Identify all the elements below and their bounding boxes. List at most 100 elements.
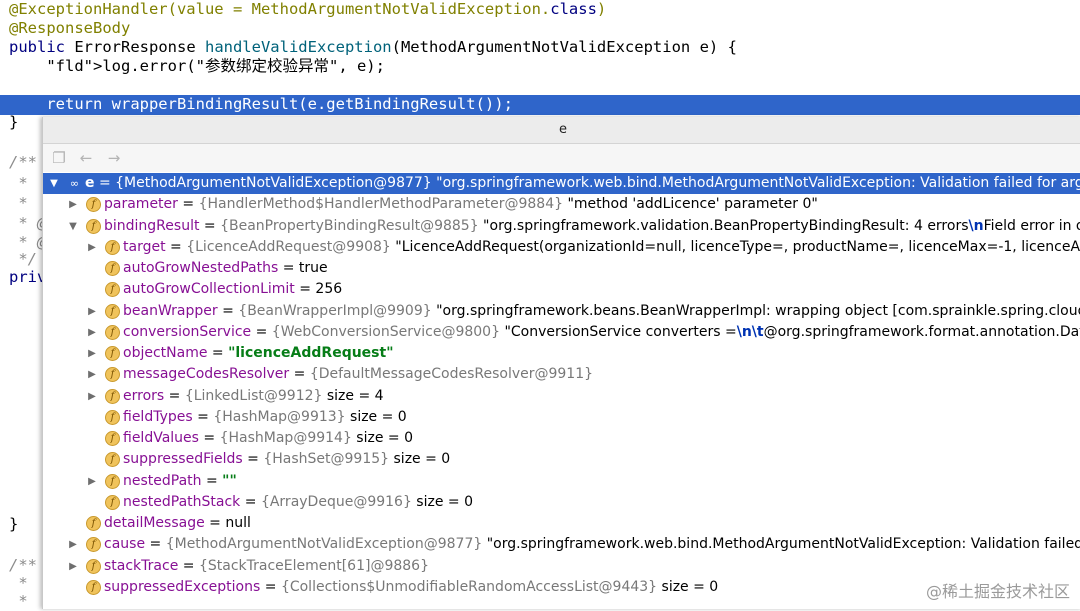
var-ref: {HandlerMethod$HandlerMethodParameter@98… [198,196,564,213]
code-line-9: /** [9,153,37,171]
tree-row-autoGrowNestedPaths[interactable]: f autoGrowNestedPaths = true [43,258,1080,279]
var-name: e [85,175,95,191]
code-line-12: * @ [9,214,47,232]
popup-title: e [43,117,1080,144]
code-line-bottom-1: } [9,515,19,533]
tree-row-cause[interactable]: ▶ f cause = {MethodArgumentNotValidExcepti… [43,534,1080,555]
expand-down-icon[interactable]: ▼ [48,173,60,194]
var-ref: {HashMap@9914} [219,430,352,446]
field-icon: f [105,431,120,446]
tree-row-objectName[interactable]: ▶ f objectName = "licenceAddRequest" [43,343,1080,364]
tree-row-errors[interactable]: ▶ f errors = {LinkedList@9912} size = 4 [43,386,1080,407]
tree-row-fieldValues[interactable]: f fieldValues = {HashMap@9914} size = 0 [43,428,1080,449]
expand-right-icon[interactable]: ▶ [67,534,79,555]
tree-row-bindingResult[interactable]: ▼ f bindingResult = {BeanPropertyBindingRe… [43,216,1080,237]
expand-right-icon[interactable]: ▶ [86,343,98,364]
var-ref: {HashMap@9913} [213,408,346,425]
field-icon: f [86,516,101,531]
var-name: nestedPath [123,472,202,489]
watermark: @稀土掘金技术社区 [925,582,1070,601]
code-line-2: @ResponseBody [9,19,131,37]
field-icon: f [105,282,120,298]
var-name: messageCodesResolver [123,366,290,383]
forward-arrow-icon[interactable]: → [105,149,123,167]
code-line-bottom-5: * [9,592,37,610]
expand-right-icon[interactable]: ▶ [86,364,98,385]
tree-row-e[interactable]: ▼ ∞ e = {MethodArgumentNotValidException@9… [43,173,1080,194]
tree-row-nestedPathStack[interactable]: f nestedPathStack = {ArrayDeque@9916} siz… [43,492,1080,513]
code-line-14: */ [9,250,37,268]
field-icon: f [105,346,120,361]
field-icon: f [105,303,120,319]
var-name: bindingResult [104,217,200,234]
copy-icon[interactable]: ❐ [50,149,68,167]
var-name: suppressedExceptions [104,578,261,595]
var-ref: {StackTraceElement[61]@9886} [198,557,429,574]
var-ref: {HashSet@9915} [263,451,390,468]
var-name: autoGrowCollectionLimit [123,281,295,298]
tree-row-target[interactable]: ▶ f target = {LicenceAddRequest@9908} "Lic… [43,237,1080,258]
expand-right-icon[interactable]: ▶ [86,237,98,258]
expand-right-icon[interactable]: ▶ [67,556,79,577]
field-icon: f [105,473,120,489]
evaluate-popup[interactable]: e ❐ ← → ▼ ∞ e = {MethodArgumentNotValidExc… [42,117,1080,609]
field-icon: f [86,537,101,553]
tree-row-suppressedFields[interactable]: f suppressedFields = {HashSet@9915} size … [43,449,1080,470]
var-name: fieldValues [123,430,199,446]
tree-row-stackTrace[interactable]: ▶ f stackTrace = {StackTraceElement[61]@98… [43,556,1080,577]
tree-row-conversionService[interactable]: ▶ f conversionService = {WebConversionServ… [43,322,1080,343]
var-ref: {LicenceAddRequest@9908} [186,238,391,255]
var-ref: {LinkedList@9912} [184,387,323,404]
var-name: conversionService [123,323,252,340]
var-ref: {DefaultMessageCodesResolver@9911} [309,366,594,383]
field-icon: f [86,218,101,234]
back-arrow-icon[interactable]: ← [77,149,95,167]
var-ref: {BeanWrapperImpl@9909} [238,302,432,319]
current-line-highlight: return wrapperBindingResult(e.getBinding… [0,95,1080,115]
var-name: objectName [123,345,208,361]
field-icon: f [105,239,120,255]
code-line-3: public ErrorResponse handleValidExceptio… [9,38,737,56]
code-line-15: priv [9,268,47,286]
var-name: detailMessage [104,515,205,531]
field-icon: f [105,452,120,468]
var-ref: {MethodArgumentNotValidException@9877} [115,175,432,191]
variables-tree[interactable]: ▼ ∞ e = {MethodArgumentNotValidException@9… [43,173,1080,609]
var-name: cause [104,536,146,553]
code-line-6: return wrapperBindingResult(e.getBinding… [9,95,513,113]
var-ref: {MethodArgumentNotValidException@9877} [165,536,483,553]
tree-row-messageCodesResolver[interactable]: ▶ f messageCodesResolver = {DefaultMessage… [43,364,1080,385]
field-icon: f [105,494,120,510]
expand-right-icon[interactable]: ▶ [86,471,98,492]
var-name: errors [123,387,165,404]
field-icon: f [86,197,101,213]
expand-right-icon[interactable]: ▶ [86,386,98,407]
field-icon: f [105,324,120,340]
field-icon: f [105,261,120,276]
tree-row-autoGrowCollectionLimit[interactable]: f autoGrowCollectionLimit = 256 [43,279,1080,300]
field-icon: f [105,409,120,425]
var-ref: {WebConversionService@9800} [271,323,500,340]
field-icon: f [86,558,101,574]
code-line-4: "fld">log.error("参数绑定校验异常", e); [46,57,385,75]
tree-row-nestedPath[interactable]: ▶ f nestedPath = "" [43,471,1080,492]
expand-down-icon[interactable]: ▼ [67,216,79,237]
var-name: beanWrapper [123,302,218,319]
code-line-bottom-3: /** [9,556,37,574]
tree-row-fieldTypes[interactable]: f fieldTypes = {HashMap@9913} size = 0 [43,407,1080,428]
popup-toolbar: ❐ ← → [43,144,1080,172]
code-line-7: } [9,113,19,131]
var-ref: {BeanPropertyBindingResult@9885} [220,217,479,234]
tree-row-parameter[interactable]: ▶ f parameter = {HandlerMethod$HandlerMeth… [43,194,1080,215]
code-line-1: @ExceptionHandler(value = MethodArgument… [9,0,607,18]
tree-row-beanWrapper[interactable]: ▶ f beanWrapper = {BeanWrapperImpl@9909} "… [43,301,1080,322]
tree-row-detailMessage[interactable]: f detailMessage = null [43,513,1080,534]
code-line-10: * [9,174,37,192]
code-line-11: * [9,194,37,212]
expand-right-icon[interactable]: ▶ [86,322,98,343]
var-name: autoGrowNestedPaths [123,260,279,276]
field-icon: f [105,367,120,383]
tree-row-suppressedExceptions[interactable]: f suppressedExceptions = {Collections$Unm… [43,577,1080,598]
expand-right-icon[interactable]: ▶ [86,301,98,322]
expand-right-icon[interactable]: ▶ [67,194,79,215]
